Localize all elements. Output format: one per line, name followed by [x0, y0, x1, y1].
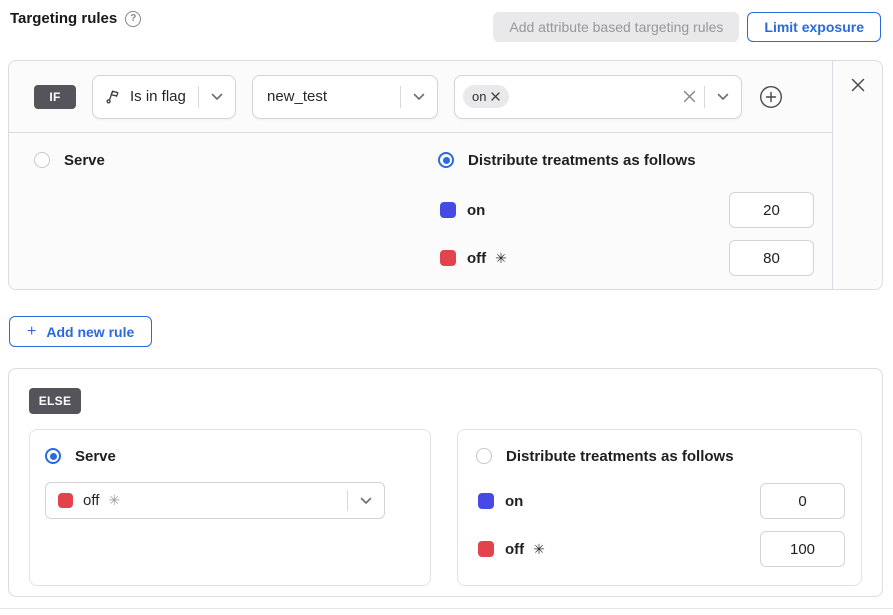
distribute-option: Distribute treatments as follows on off … [438, 150, 814, 289]
title-group: Targeting rules ? [10, 10, 141, 27]
plus-icon: + [27, 324, 36, 340]
distribute-radio[interactable] [438, 152, 454, 168]
treatment-row-off: off ✳ [478, 531, 845, 567]
chevron-down-icon[interactable] [705, 76, 741, 118]
else-serve-treatment-select[interactable]: off ✳ [45, 482, 385, 519]
matcher-select[interactable]: Is in flag [92, 75, 236, 119]
treatment-percentage-input[interactable] [729, 192, 814, 228]
treatment-name: off [505, 541, 524, 558]
flag-select[interactable]: new_test [252, 75, 438, 119]
bottom-divider [0, 608, 893, 609]
else-serve-radio[interactable] [45, 448, 61, 464]
treatment-multiselect[interactable]: on [454, 75, 742, 119]
clear-selection-icon[interactable] [674, 76, 704, 118]
treatment-color-swatch [440, 250, 456, 266]
default-treatment-icon: ✳ [108, 492, 120, 509]
chevron-down-icon[interactable] [348, 483, 384, 518]
matcher-select-value: Is in flag [130, 88, 186, 105]
distribute-label: Distribute treatments as follows [468, 152, 696, 169]
treatment-row-on: on [478, 483, 845, 519]
treatment-name: off [467, 250, 486, 267]
treatment-chip: on [463, 85, 509, 108]
treatment-percentage-input[interactable] [729, 240, 814, 276]
else-distribute-radio[interactable] [476, 448, 492, 464]
help-icon[interactable]: ? [125, 11, 141, 27]
treatment-name: on [505, 493, 523, 510]
flag-select-value: new_test [267, 88, 327, 105]
else-distribute-label: Distribute treatments as follows [506, 448, 734, 465]
else-options: Serve off ✳ Distribute treatments as fol… [29, 429, 862, 586]
treatment-color-swatch [478, 541, 494, 557]
treatment-percentage-input[interactable] [760, 531, 845, 567]
add-new-rule-label: Add new rule [46, 324, 134, 340]
limit-exposure-button[interactable]: Limit exposure [747, 12, 881, 42]
treatment-color-swatch [478, 493, 494, 509]
add-condition-icon[interactable] [758, 84, 784, 110]
rule-side-column [832, 61, 882, 289]
treatment-row-off: off ✳ [440, 240, 814, 276]
add-attribute-rules-button[interactable]: Add attribute based targeting rules [493, 12, 739, 42]
if-badge: IF [34, 85, 76, 109]
targeting-rule-card: IF Is in flag new_ [8, 60, 883, 290]
serve-label: Serve [64, 152, 105, 169]
add-new-rule-button[interactable]: + Add new rule [9, 316, 152, 347]
else-serve-label: Serve [75, 448, 116, 465]
serve-radio[interactable] [34, 152, 50, 168]
else-rule-card: ELSE Serve off ✳ Distr [8, 368, 883, 597]
treatment-color-swatch [58, 493, 73, 508]
chevron-down-icon[interactable] [199, 76, 235, 118]
treatment-row-on: on [440, 192, 814, 228]
page-title: Targeting rules [10, 10, 117, 27]
rule-body: Serve Distribute treatments as follows o… [9, 133, 832, 289]
page-header: Targeting rules ? Add attribute based ta… [0, 0, 893, 54]
serve-option: Serve [34, 150, 438, 289]
rule-condition-row: IF Is in flag new_ [9, 61, 832, 133]
treatment-name: on [467, 202, 485, 219]
selected-treatment: off [83, 492, 99, 509]
chip-remove-icon[interactable] [491, 92, 500, 101]
default-treatment-icon: ✳ [533, 541, 545, 558]
treatment-percentage-input[interactable] [760, 483, 845, 519]
chevron-down-icon[interactable] [401, 76, 437, 118]
rule-main: IF Is in flag new_ [9, 61, 832, 289]
header-buttons: Add attribute based targeting rules Limi… [493, 12, 881, 42]
else-badge: ELSE [29, 388, 81, 414]
else-serve-card: Serve off ✳ [29, 429, 431, 586]
flag-icon [105, 88, 122, 105]
treatment-color-swatch [440, 202, 456, 218]
treatment-chip-label: on [472, 89, 486, 104]
delete-rule-icon[interactable] [846, 78, 870, 102]
default-treatment-icon: ✳ [495, 250, 507, 267]
else-distribute-card: Distribute treatments as follows on off … [457, 429, 862, 586]
